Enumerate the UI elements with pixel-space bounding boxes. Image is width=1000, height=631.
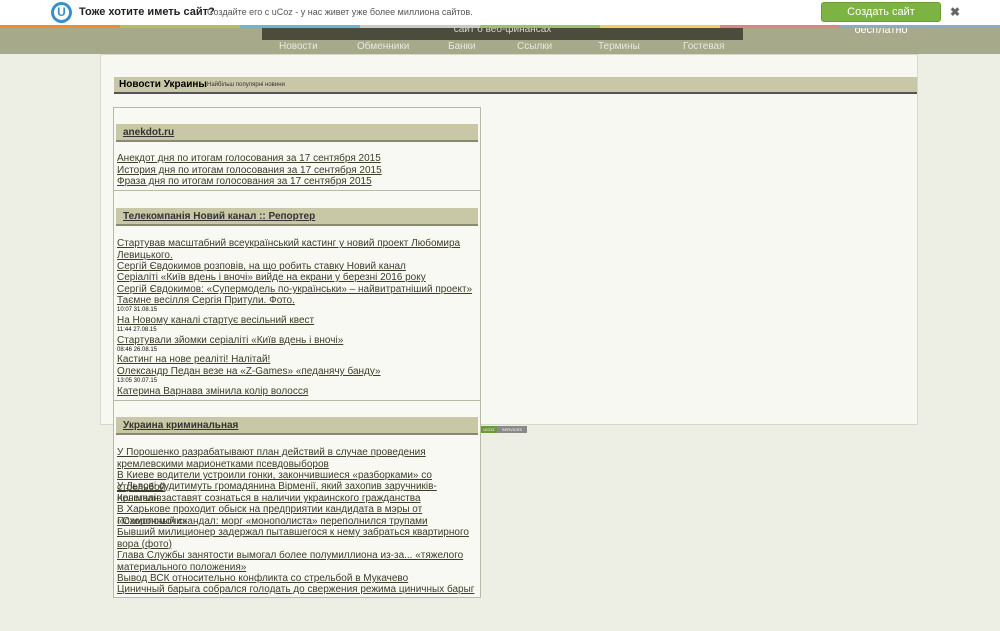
news-date: 11:44 27.08.15 <box>117 327 157 333</box>
news-link[interactable]: Таємне весілля Сергія Притули. Фото. <box>117 295 479 307</box>
promo-question: Тоже хотите иметь сайт? <box>79 6 215 18</box>
badge-left: UCOZ <box>481 426 497 433</box>
section-header: Новости Украины Найбільш популярні новин… <box>114 77 917 94</box>
news-link[interactable]: Стартували зйомки серіаліті «Київ вдень … <box>117 335 479 347</box>
feed-title[interactable]: Украина криминальная <box>123 420 238 431</box>
news-link[interactable]: Сергій Євдокимов розповів, на що робить … <box>117 261 479 273</box>
news-date: 10:07 31.08.15 <box>117 307 158 313</box>
news-link[interactable]: У Порошенко разрабатывают план действий … <box>117 447 479 470</box>
news-link[interactable]: На Новому каналі стартує весільний квест <box>117 315 479 327</box>
news-link[interactable]: Похоронный скандал: морг «монополиста» п… <box>117 516 479 528</box>
news-date: 08:46 26.08.15 <box>117 347 158 353</box>
divider <box>113 190 481 191</box>
badge-right: SERVICES <box>497 426 527 433</box>
nav-item-links[interactable]: Ссылки <box>517 41 552 52</box>
nav-item-news[interactable]: Новости <box>279 41 318 52</box>
feed-header-anekdot: anekdot.ru <box>116 124 478 142</box>
main-nav: Новости Обменники Банки Ссылки Термины Г… <box>0 40 1000 54</box>
news-link[interactable]: Циничный барыга собрался голодать до све… <box>117 584 479 596</box>
news-link[interactable]: Глава Службы занятости вымогал более пол… <box>117 550 479 573</box>
news-link[interactable]: Бывший милиционер задержал пытавшегося к… <box>117 527 479 550</box>
feed-title[interactable]: anekdot.ru <box>123 127 174 138</box>
news-link[interactable]: Серіаліті «Київ вдень і вночі» вийде на … <box>117 272 479 284</box>
promo-subtitle: Создайте его с uCoz - у нас живет уже бо… <box>207 7 473 17</box>
news-link[interactable]: Сергій Євдокимов: «Супермодель по-україн… <box>117 284 479 296</box>
ucoz-promo-bar: U Тоже хотите иметь сайт? Создайте его с… <box>0 0 1000 36</box>
ucoz-logo-icon[interactable]: U <box>51 2 72 23</box>
create-site-button[interactable]: Создать сайт бесплатно <box>821 2 941 36</box>
news-link[interactable]: Кастинг на нове реаліті! Налітай! <box>117 354 479 366</box>
site-banner[interactable]: сайт о веб-финансах <box>262 26 743 40</box>
feed-title[interactable]: Телекомпанія Новий канал :: Репортер <box>123 211 315 222</box>
news-link[interactable]: Вывод ВСК относительно конфликта со стре… <box>117 573 479 585</box>
news-link[interactable]: Анекдот дня по итогам голосования за 17 … <box>117 153 479 165</box>
nav-item-terms[interactable]: Термины <box>598 41 640 52</box>
page-subtitle: Найбільш популярні новини <box>207 82 285 88</box>
nav-item-exchangers[interactable]: Обменники <box>357 41 409 52</box>
close-icon[interactable]: ✖ <box>950 5 960 19</box>
news-date: 13:05 30.07.15 <box>117 378 158 384</box>
news-link[interactable]: История дня по итогам голосования за 17 … <box>117 165 479 177</box>
divider <box>113 400 481 401</box>
ucoz-services-badge[interactable]: UCOZ SERVICES <box>481 426 527 433</box>
news-link[interactable]: Крымчан заставят сознаться в наличии укр… <box>117 493 479 505</box>
nav-item-guestbook[interactable]: Гостевая <box>683 41 725 52</box>
feed-header-criminal: Украина криминальная <box>116 417 478 435</box>
color-stripes <box>0 25 1000 28</box>
page-title: Новости Украины <box>119 79 207 90</box>
news-link[interactable]: Стартував масштабний всеукраїнський каст… <box>117 238 479 261</box>
feed-header-novy-kanal: Телекомпанія Новий канал :: Репортер <box>116 208 478 226</box>
nav-item-banks[interactable]: Банки <box>448 41 476 52</box>
news-link[interactable]: Фраза дня по итогам голосования за 17 се… <box>117 176 479 188</box>
news-link[interactable]: Катерина Варнава змінила колір волосся <box>117 386 479 398</box>
news-link[interactable]: Олександр Педан везе на «Z-Games» «педан… <box>117 366 479 378</box>
